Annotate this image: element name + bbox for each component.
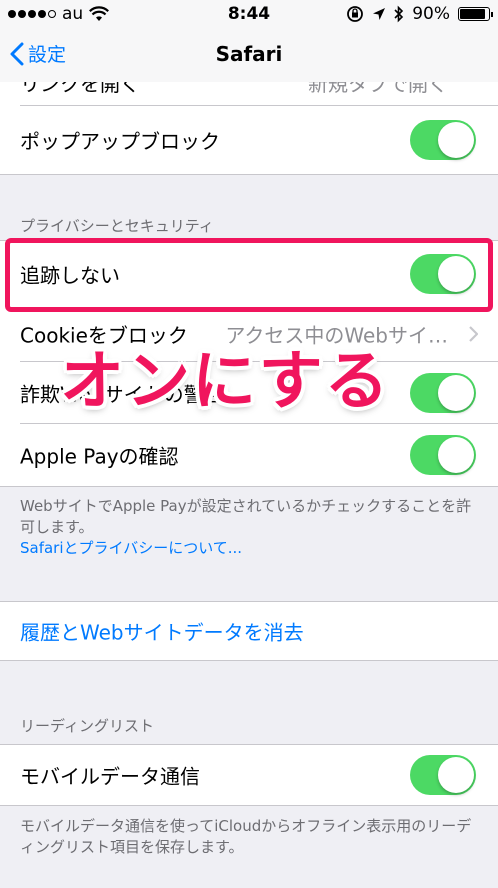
do-not-track-toggle[interactable] [410,254,476,294]
battery-icon [458,7,493,21]
popup-block-row: ポップアップブロック [0,106,498,175]
navigation-bar: 設定 Safari [0,30,498,83]
do-not-track-label: 追跡しない [20,263,120,288]
popup-block-toggle[interactable] [410,120,476,160]
toggle-knob [438,437,474,473]
toggle-knob [438,375,474,411]
privacy-section-header: プライバシーとセキュリティ [20,217,214,235]
clear-history-label: 履歴とWebサイトデータを消去 [20,620,304,645]
status-bar: au 8:44 90% [0,0,498,30]
toggle-knob [438,757,474,793]
battery-fill [460,9,486,19]
page-title: Safari [215,42,283,66]
cellular-data-toggle[interactable] [410,755,476,795]
privacy-footer: WebサイトでApple Payが設定されているかチェックすることを許可します。… [20,496,478,559]
apple-pay-toggle[interactable] [410,435,476,475]
rotation-lock-icon [347,6,364,22]
annotation-caption: オンにする [60,345,391,419]
popup-block-label: ポップアップブロック [20,129,220,154]
battery-percent: 90% [412,4,450,24]
location-icon [373,8,386,20]
bluetooth-icon [394,5,404,23]
toggle-knob [438,122,474,158]
cellular-data-label: モバイルデータ通信 [20,764,200,789]
open-links-value: 新規タブで開く [308,82,448,96]
reading-list-header: リーディングリスト [20,717,154,735]
open-links-row[interactable]: リンクを開く 新規タブで開く [0,82,498,106]
reading-list-footer: モバイルデータ通信を使ってiCloudからオフライン表示用のリーディングリスト項… [20,817,472,856]
toggle-knob [438,256,474,292]
apple-pay-label: Apple Payの確認 [20,444,179,469]
privacy-about-link[interactable]: Safariとプライバシーについて... [20,538,478,559]
clear-history-button[interactable]: 履歴とWebサイトデータを消去 [0,601,498,661]
do-not-track-row: 追跡しない [0,240,498,307]
fraud-warning-toggle[interactable] [410,373,476,413]
open-links-label: リンクを開く [20,82,140,96]
apple-pay-row: Apple Payの確認 [0,424,498,487]
chevron-right-icon [469,326,478,342]
status-right: 90% [346,4,493,24]
privacy-footer-text: WebサイトでApple Payが設定されているかチェックすることを許可します。 [20,497,472,536]
cellular-data-row: モバイルデータ通信 [0,744,498,806]
